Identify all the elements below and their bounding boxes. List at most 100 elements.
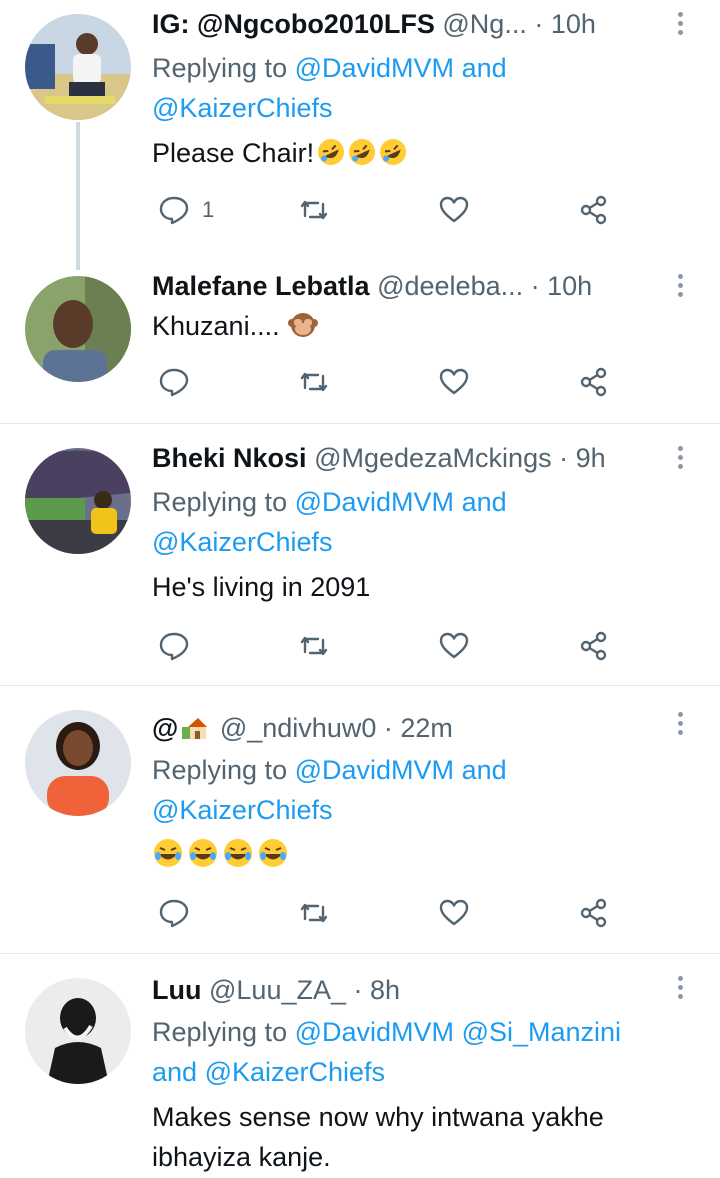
thread-line	[76, 122, 80, 270]
mention-link[interactable]: @KaizerChiefs	[152, 527, 332, 557]
tweet-text: He's living in 2091	[152, 572, 371, 602]
mention-link[interactable]: @DavidMVM	[295, 755, 454, 785]
avatar[interactable]	[25, 448, 131, 554]
share-icon	[580, 367, 607, 397]
username[interactable]: @deeleba...	[377, 271, 523, 301]
mention-link[interactable]: @KaizerChiefs	[205, 1057, 385, 1087]
rofl-emoji	[380, 139, 407, 165]
more-options-icon[interactable]	[678, 12, 686, 39]
share-button[interactable]	[578, 626, 610, 666]
display-name[interactable]: Luu	[152, 975, 201, 1005]
retweet-button[interactable]	[298, 190, 330, 230]
avatar[interactable]	[25, 978, 131, 1084]
timestamp[interactable]: 10h	[551, 9, 596, 39]
replying-to: Replying to @DavidMVM and @KaizerChiefs	[152, 755, 507, 825]
reply-icon	[159, 196, 189, 225]
reply-icon	[159, 899, 189, 928]
reply-button[interactable]: 1	[158, 190, 214, 230]
separator-dot: ·	[530, 271, 540, 301]
username[interactable]: @_ndivhuw0	[220, 713, 377, 743]
retweet-icon	[300, 636, 328, 656]
display-name[interactable]: @	[152, 713, 178, 743]
share-icon	[580, 631, 607, 661]
more-options-icon[interactable]	[678, 712, 686, 739]
tweet-actions: 1	[152, 190, 622, 230]
like-button[interactable]	[438, 893, 470, 933]
tweet[interactable]: IG: @Ngcobo2010LFS @Ng... · 10h Replying…	[0, 0, 720, 270]
and-link[interactable]: and	[462, 53, 507, 83]
timestamp[interactable]: 8h	[370, 975, 400, 1005]
and-link[interactable]: and	[462, 755, 507, 785]
and-link[interactable]: and	[462, 487, 507, 517]
like-icon	[439, 368, 469, 395]
retweet-button[interactable]	[298, 893, 330, 933]
timestamp[interactable]: 9h	[576, 443, 606, 473]
reply-button[interactable]	[158, 626, 190, 666]
separator-dot: ·	[559, 443, 569, 473]
tweet[interactable]: Luu @Luu_ZA_ · 8h Replying to @DavidMVM …	[0, 954, 720, 1178]
mention-link[interactable]: @Si_Manzini	[462, 1017, 621, 1047]
share-button[interactable]	[578, 893, 610, 933]
tweet[interactable]: @ @_ndivhuw0 · 22m Replying to @DavidMVM…	[0, 686, 720, 954]
tweet-actions	[152, 893, 622, 933]
retweet-button[interactable]	[298, 362, 330, 402]
tweet-text	[152, 836, 692, 876]
mention-link[interactable]: @KaizerChiefs	[152, 795, 332, 825]
mention-link[interactable]: @DavidMVM	[295, 53, 454, 83]
avatar[interactable]	[25, 14, 131, 120]
joy-emoji	[259, 839, 287, 867]
retweet-icon	[300, 200, 328, 220]
timestamp[interactable]: 10h	[547, 271, 592, 301]
avatar[interactable]	[25, 710, 131, 816]
tweet[interactable]: Malefane Lebatla @deeleba... · 10h Khuza…	[0, 252, 720, 424]
tweet-text: Khuzani....	[152, 306, 692, 346]
tweet-actions	[152, 362, 622, 402]
share-icon	[580, 898, 607, 928]
username[interactable]: @Luu_ZA_	[209, 975, 346, 1005]
replying-to: Replying to @DavidMVM @Si_Manzini and @K…	[152, 1017, 622, 1087]
username[interactable]: @Ng...	[442, 9, 526, 39]
display-name[interactable]: Bheki Nkosi	[152, 443, 307, 473]
like-icon	[439, 196, 469, 223]
tweet-text: Please Chair!	[152, 133, 692, 173]
retweet-icon	[300, 903, 328, 923]
joy-emoji	[224, 839, 252, 867]
more-options-icon[interactable]	[678, 446, 686, 473]
more-options-icon[interactable]	[678, 274, 686, 301]
mention-link[interactable]: @KaizerChiefs	[152, 93, 332, 123]
share-icon	[580, 195, 607, 225]
reply-button[interactable]	[158, 362, 190, 402]
like-button[interactable]	[438, 362, 470, 402]
share-button[interactable]	[578, 362, 610, 402]
and-link[interactable]: and	[152, 1057, 197, 1087]
replying-to: Replying to @DavidMVM and @KaizerChiefs	[152, 53, 507, 123]
like-icon	[439, 632, 469, 659]
mention-link[interactable]: @DavidMVM	[295, 487, 454, 517]
display-name[interactable]: Malefane Lebatla	[152, 271, 370, 301]
separator-dot: ·	[534, 9, 544, 39]
see-no-evil-monkey-emoji	[287, 313, 318, 337]
rofl-emoji	[349, 139, 376, 165]
retweet-button[interactable]	[298, 626, 330, 666]
tweet-actions	[152, 626, 622, 666]
retweet-icon	[300, 372, 328, 392]
mention-link[interactable]: @DavidMVM	[295, 1017, 454, 1047]
reply-icon	[159, 368, 189, 397]
like-button[interactable]	[438, 190, 470, 230]
joy-emoji	[189, 839, 217, 867]
replying-to: Replying to @DavidMVM and @KaizerChiefs	[152, 487, 507, 557]
house-with-garden-emoji	[182, 718, 208, 739]
avatar[interactable]	[25, 276, 131, 382]
reply-button[interactable]	[158, 893, 190, 933]
more-options-icon[interactable]	[678, 976, 686, 1003]
like-button[interactable]	[438, 626, 470, 666]
share-button[interactable]	[578, 190, 610, 230]
reply-icon	[159, 632, 189, 661]
tweet[interactable]: Bheki Nkosi @MgedezaMckings · 9h Replyin…	[0, 424, 720, 686]
tweet-text: Makes sense now why intwana yakhe ibhayi…	[152, 1102, 604, 1172]
timestamp[interactable]: 22m	[400, 713, 453, 743]
reply-count: 1	[202, 197, 215, 222]
rofl-emoji	[318, 139, 345, 165]
display-name[interactable]: IG: @Ngcobo2010LFS	[152, 9, 435, 39]
username[interactable]: @MgedezaMckings	[314, 443, 552, 473]
